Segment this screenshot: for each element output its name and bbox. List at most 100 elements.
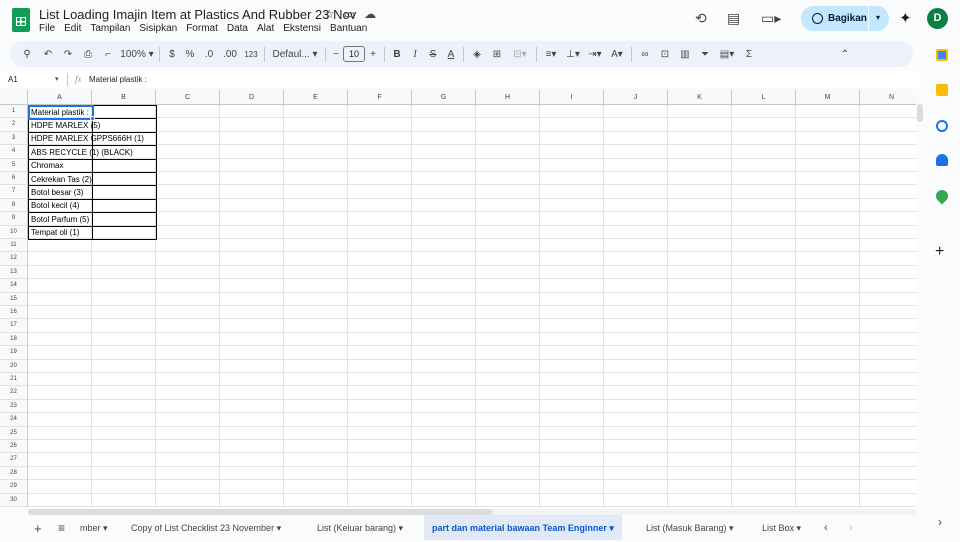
add-sheet-button[interactable]: + — [34, 515, 42, 540]
menu-edit[interactable]: Edit — [64, 23, 81, 34]
gemini-spark-icon[interactable]: ✦ — [899, 9, 912, 27]
cell-a8[interactable]: Botol kecil (4) — [29, 199, 79, 212]
star-icon[interactable]: ☆ — [324, 7, 335, 21]
add-addon-icon[interactable]: + — [935, 243, 944, 261]
row-header-16[interactable]: 16 — [0, 306, 28, 320]
increase-font-size-button[interactable]: + — [365, 49, 381, 60]
text-wrap-icon[interactable]: ⇥▾ — [584, 49, 606, 60]
column-header-l[interactable]: L — [732, 90, 796, 105]
all-sheets-button[interactable]: ≡ — [58, 515, 65, 540]
borders-icon[interactable]: ⊞ — [487, 49, 507, 60]
menu-data[interactable]: Data — [227, 23, 248, 34]
increase-decimal-button[interactable]: .00 — [219, 49, 241, 60]
column-header-a[interactable]: A — [28, 90, 92, 105]
row-header-13[interactable]: 13 — [0, 265, 28, 280]
selected-cell-a1[interactable] — [28, 105, 94, 120]
column-header-d[interactable]: D — [220, 90, 284, 105]
font-select[interactable]: Defaul... ▾ — [268, 49, 322, 60]
cell-a6[interactable]: Cekrekan Tas (2) — [29, 173, 92, 186]
sheet-tab-5[interactable]: List (Masuk Barang) ▾ — [646, 515, 734, 540]
column-header-h[interactable]: H — [476, 90, 540, 105]
vertical-scrollbar[interactable] — [917, 104, 923, 122]
vertical-align-icon[interactable]: ⊥▾ — [562, 49, 584, 60]
row-header-15[interactable]: 15 — [0, 292, 28, 306]
row-header-4[interactable]: 4 — [0, 145, 28, 159]
number-format-button[interactable]: 123 — [241, 50, 261, 59]
maps-icon[interactable] — [933, 187, 951, 205]
sheets-logo-icon[interactable] — [12, 8, 30, 32]
bold-button[interactable]: B — [388, 49, 406, 60]
row-header-21[interactable]: 21 — [0, 373, 28, 387]
sheet-tab-active[interactable]: part dan material bawaan Team Enginner ▾ — [424, 515, 622, 540]
row-header-29[interactable]: 29 — [0, 480, 28, 494]
merge-cells-icon[interactable]: ⊟▾ — [507, 49, 533, 60]
row-header-8[interactable]: 8 — [0, 198, 28, 213]
row-header-25[interactable]: 25 — [0, 426, 28, 440]
cloud-status-icon[interactable]: ☁ — [364, 7, 376, 21]
meet-icon[interactable]: ▭▸ — [761, 10, 781, 27]
row-header-5[interactable]: 5 — [0, 158, 28, 172]
cell-a2[interactable]: HDPE MARLEX (5) — [29, 119, 100, 132]
horizontal-align-icon[interactable]: ≡▾ — [540, 49, 562, 60]
insert-comment-icon[interactable]: ⊡ — [655, 49, 675, 60]
zoom-select[interactable]: 100% ▾ — [118, 49, 156, 60]
formula-input[interactable]: Material plastik : — [89, 75, 147, 84]
menu-view[interactable]: Tampilan — [90, 23, 130, 34]
menu-format[interactable]: Format — [186, 23, 218, 34]
sheet-tab-2[interactable]: Copy of List Checklist 23 November ▾ — [131, 515, 281, 540]
menu-insert[interactable]: Sisipkan — [139, 23, 177, 34]
row-header-14[interactable]: 14 — [0, 279, 28, 293]
row-header-20[interactable]: 20 — [0, 359, 28, 373]
row-header-9[interactable]: 9 — [0, 212, 28, 226]
column-header-g[interactable]: G — [412, 90, 476, 105]
cell-a9[interactable]: Botol Parfum (5) — [29, 213, 89, 226]
row-header-11[interactable]: 11 — [0, 239, 28, 253]
move-folder-icon[interactable]: ▭ — [344, 7, 355, 21]
row-header-19[interactable]: 19 — [0, 346, 28, 360]
column-header-c[interactable]: C — [156, 90, 220, 105]
filter-icon[interactable]: ⏷ — [695, 49, 715, 60]
expand-side-panel-icon[interactable]: › — [938, 515, 942, 529]
chevron-down-icon[interactable]: ▾ — [55, 75, 59, 83]
text-rotation-icon[interactable]: A▾ — [606, 49, 628, 60]
spreadsheet-grid[interactable]: ABCDEFGHIJKLMN 1 2 3 4 5 6 7 8 9 10 11 12 13 14 15 16 17… — [0, 90, 916, 508]
percent-button[interactable]: % — [181, 49, 199, 60]
italic-button[interactable]: I — [406, 49, 424, 60]
row-header-7[interactable]: 7 — [0, 185, 28, 199]
row-header-24[interactable]: 24 — [0, 413, 28, 427]
undo-icon[interactable]: ↶ — [38, 49, 58, 60]
share-button[interactable]: Bagikan ▾ — [801, 6, 889, 31]
sheet-tab-1[interactable]: mber ▾ — [80, 515, 108, 540]
fill-color-icon[interactable]: ◈ — [467, 49, 487, 60]
text-color-button[interactable]: A — [442, 49, 460, 60]
column-header-i[interactable]: I — [540, 90, 604, 105]
scroll-tabs-right-icon[interactable]: › — [849, 515, 853, 540]
cell-a5[interactable]: Chromax — [29, 159, 63, 172]
row-header-27[interactable]: 27 — [0, 453, 28, 467]
column-header-m[interactable]: M — [796, 90, 860, 105]
insert-chart-icon[interactable]: ▥ — [675, 49, 695, 60]
menu-help[interactable]: Bantuan — [330, 23, 367, 34]
search-menus-icon[interactable]: ⚲ — [16, 49, 38, 60]
row-header-22[interactable]: 22 — [0, 386, 28, 400]
name-box[interactable]: A1 — [8, 75, 18, 84]
row-header-30[interactable]: 30 — [0, 493, 28, 507]
column-header-k[interactable]: K — [668, 90, 732, 105]
filter-views-icon[interactable]: ▤▾ — [715, 49, 739, 60]
strikethrough-button[interactable]: S — [424, 49, 442, 60]
cell-a4[interactable]: ABS RECYCLE (1) (BLACK) — [29, 146, 133, 159]
avatar[interactable]: D — [927, 8, 948, 29]
tasks-icon[interactable] — [936, 120, 948, 132]
row-header-17[interactable]: 17 — [0, 319, 28, 333]
row-header-26[interactable]: 26 — [0, 440, 28, 454]
insert-link-icon[interactable]: ∞ — [635, 49, 655, 60]
chevron-down-icon[interactable]: ▾ — [876, 13, 880, 22]
cell-a7[interactable]: Botol besar (3) — [29, 186, 83, 199]
menu-file[interactable]: File — [39, 23, 55, 34]
row-header-23[interactable]: 23 — [0, 399, 28, 414]
row-header-10[interactable]: 10 — [0, 225, 28, 239]
redo-icon[interactable]: ↷ — [58, 49, 78, 60]
row-header-28[interactable]: 28 — [0, 466, 28, 481]
cell-a10[interactable]: Tempat oli (1) — [29, 226, 79, 239]
row-header-18[interactable]: 18 — [0, 332, 28, 347]
